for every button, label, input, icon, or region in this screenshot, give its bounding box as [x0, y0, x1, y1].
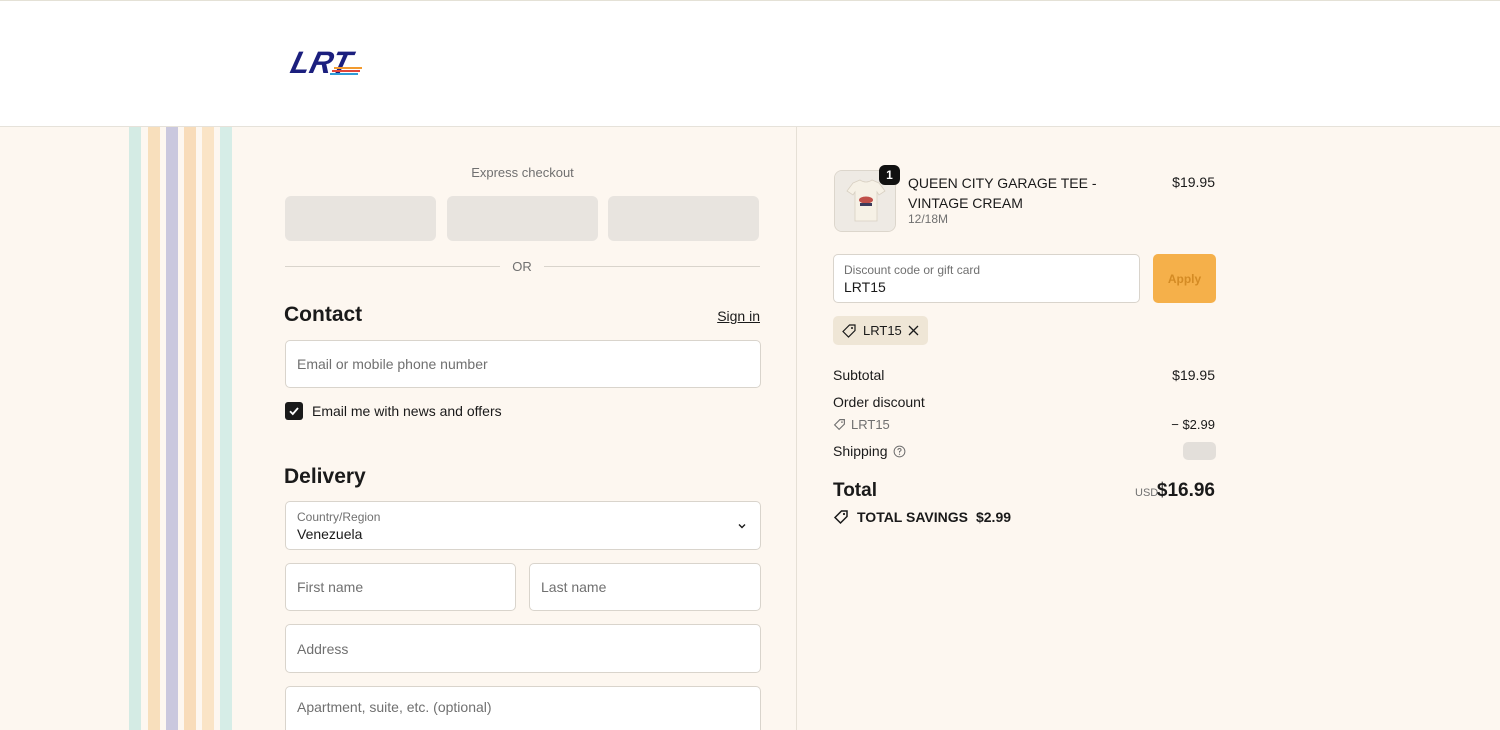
country-label: Country/Region — [297, 510, 381, 524]
express-pay-button-3[interactable] — [608, 196, 759, 241]
contact-title: Contact — [284, 303, 363, 326]
order-discount-label: Order discount — [833, 394, 925, 410]
apartment-field[interactable] — [285, 686, 761, 730]
or-divider-label: OR — [512, 259, 532, 274]
decorative-stripes — [129, 127, 233, 730]
last-name-field[interactable] — [529, 563, 761, 611]
discount-code-value[interactable]: LRT15 — [844, 279, 886, 295]
savings-label: TOTAL SAVINGS — [857, 509, 968, 525]
tag-icon — [833, 510, 848, 525]
applied-discount-chip: LRT15 — [833, 316, 928, 345]
applied-discount-code: LRT15 — [863, 323, 902, 338]
savings-value: $2.99 — [975, 509, 1012, 525]
shipping-label: Shipping — [833, 443, 888, 459]
total-value: $16.96 — [1156, 480, 1215, 501]
close-icon[interactable] — [907, 324, 920, 337]
country-value: Venezuela — [297, 526, 363, 542]
newsletter-label: Email me with news and offers — [312, 403, 502, 419]
first-name-field[interactable] — [285, 563, 516, 611]
product-name: QUEEN CITY GARAGE TEE - VINTAGE CREAM — [908, 175, 1097, 211]
shipping-placeholder — [1183, 442, 1216, 460]
last-name-input[interactable] — [530, 564, 760, 610]
total-label: Total — [833, 480, 877, 501]
product-price: $19.95 — [1172, 174, 1215, 190]
checkmark-icon — [289, 407, 299, 416]
chevron-down-icon — [738, 524, 746, 529]
order-summary-panel — [798, 127, 1500, 730]
quantity-badge: 1 — [879, 165, 900, 185]
country-select[interactable]: Country/Region Venezuela — [285, 501, 761, 550]
tag-icon — [842, 324, 856, 338]
discount-code-name: LRT15 — [851, 417, 890, 432]
discount-amount: − $2.99 — [1171, 417, 1215, 432]
sign-in-link[interactable]: Sign in — [717, 308, 760, 324]
address-input[interactable] — [286, 625, 760, 672]
email-input[interactable] — [286, 341, 760, 387]
site-header: LRT — [0, 0, 1500, 127]
email-field[interactable] — [285, 340, 761, 388]
apartment-input[interactable] — [286, 687, 760, 730]
express-pay-button-2[interactable] — [447, 196, 598, 241]
discount-code-field[interactable]: Discount code or gift card LRT15 — [833, 254, 1140, 303]
discount-code-row: LRT15 — [833, 417, 890, 432]
address-field[interactable] — [285, 624, 761, 673]
first-name-input[interactable] — [286, 564, 515, 610]
express-pay-button-1[interactable] — [285, 196, 436, 241]
product-variant: 12/18M — [908, 212, 949, 226]
delivery-title: Delivery — [284, 465, 366, 488]
newsletter-checkbox[interactable] — [285, 402, 303, 420]
divider-left — [285, 266, 500, 267]
discount-code-label: Discount code or gift card — [844, 263, 981, 277]
tag-icon — [833, 419, 845, 431]
help-icon[interactable] — [893, 445, 906, 458]
apply-discount-button[interactable]: Apply — [1153, 254, 1216, 303]
total-savings: TOTAL SAVINGS $2.99 — [833, 509, 1011, 525]
divider-right — [544, 266, 760, 267]
shipping-row: Shipping — [833, 443, 906, 459]
subtotal-label: Subtotal — [833, 367, 885, 383]
brand-logo[interactable]: LRT — [286, 45, 370, 79]
currency-code: USD — [1135, 487, 1159, 499]
subtotal-value: $19.95 — [1172, 367, 1215, 383]
express-checkout-title: Express checkout — [471, 165, 574, 180]
